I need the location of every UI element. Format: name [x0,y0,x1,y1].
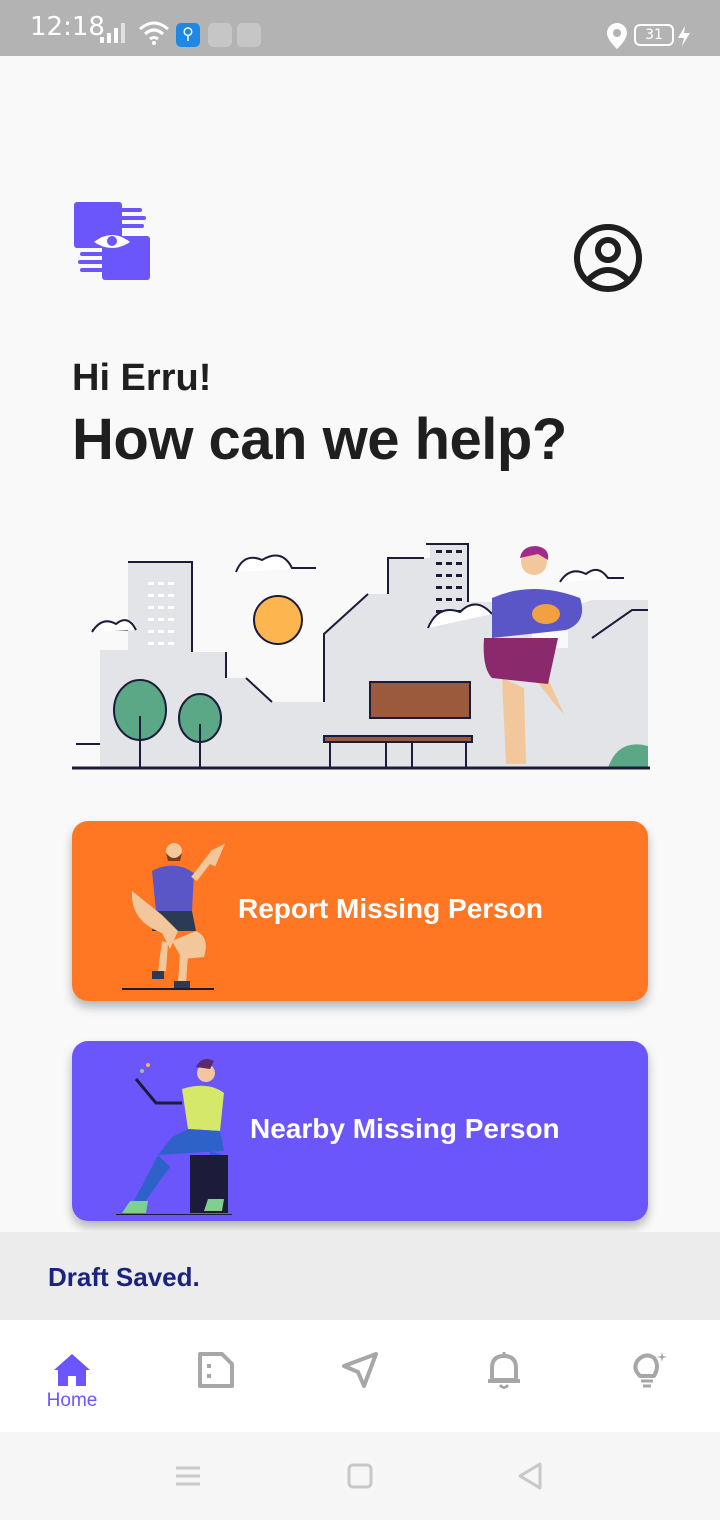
back-icon[interactable] [514,1460,546,1492]
usb-icon: ⚲ [176,23,200,47]
status-bar: 12:18 ⚲ 31 [0,0,720,56]
page-title: How can we help? [72,407,567,472]
document-icon [198,1352,234,1388]
greeting-text: Hi Erru! [72,357,212,399]
home-icon [54,1354,90,1386]
app-icon [208,23,232,47]
lightbulb-icon [633,1352,667,1388]
snackbar-message: Draft Saved. [48,1262,200,1292]
send-icon [342,1352,378,1388]
nearby-missing-person-button[interactable]: Nearby Missing Person [72,1041,648,1221]
app-icon [237,23,261,47]
man-pointing-illustration [122,843,225,990]
nav-label-home: Home [46,1390,98,1411]
bell-icon [488,1352,520,1389]
menu-icon[interactable] [172,1460,204,1492]
system-navigation-bar [0,1432,720,1520]
nav-item-reports[interactable] [144,1320,288,1432]
nav-item-nearby[interactable] [288,1320,432,1432]
woman-laptop-illustration [116,1059,232,1215]
bottom-navigation: Home [0,1320,720,1432]
location-icon [607,23,627,49]
app-logo [74,202,150,280]
charging-icon [678,26,690,46]
nav-item-tips[interactable] [576,1320,720,1432]
wifi-icon [139,21,169,45]
battery-icon: 31 [634,24,674,46]
city-illustration [72,543,650,770]
report-missing-person-button[interactable]: Report Missing Person [72,821,648,1001]
report-missing-person-label: Report Missing Person [238,893,543,924]
signal-icon [100,23,125,43]
nearby-missing-person-label: Nearby Missing Person [250,1113,560,1144]
profile-button[interactable] [572,222,644,294]
snackbar: Draft Saved. [0,1232,720,1320]
nav-item-notifications[interactable] [432,1320,576,1432]
home-square-icon[interactable] [344,1460,376,1492]
nav-item-home[interactable]: Home [0,1320,144,1432]
status-time: 12:18 [30,12,105,42]
